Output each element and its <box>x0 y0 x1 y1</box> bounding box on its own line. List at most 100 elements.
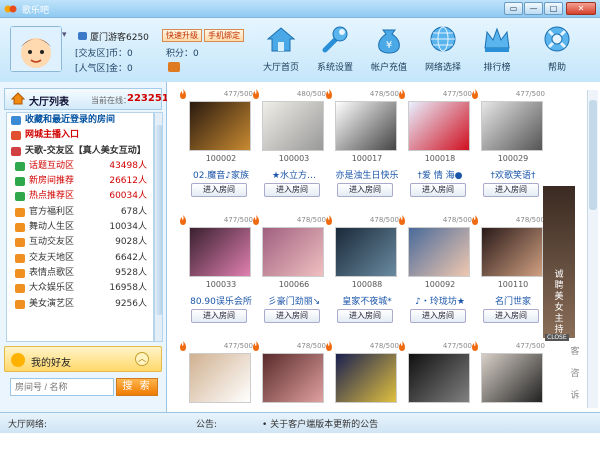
category-label: 天歌-交友区【真人美女互动】 <box>25 145 146 156</box>
room-id: 100110 <box>497 280 529 289</box>
room-search-input[interactable] <box>10 378 114 396</box>
category-item[interactable]: 网城主播入口 <box>7 128 153 143</box>
room-thumbnail[interactable] <box>481 227 543 277</box>
category-item[interactable]: 话题互动区 43498人 <box>7 159 153 174</box>
room-card[interactable]: 477/500 100018 †爱 情 海● 进入房间 <box>399 89 474 212</box>
room-thumbnail[interactable] <box>481 101 543 151</box>
room-card[interactable]: 477/500 <box>472 341 547 464</box>
category-item[interactable]: 新房间推荐 26612人 <box>7 174 153 189</box>
category-item[interactable]: 表情点歌区 9528人 <box>7 266 153 281</box>
window-menu-button[interactable]: ▭ <box>504 2 523 15</box>
room-thumbnail[interactable] <box>335 101 397 151</box>
minimize-button[interactable]: — <box>524 2 543 15</box>
category-item[interactable]: 互动交友区 9028人 <box>7 235 153 250</box>
globe-icon <box>430 26 456 52</box>
room-card[interactable]: 478/500 100110 名门世家 进入房间 <box>472 215 547 338</box>
category-item[interactable]: 大众娱乐区 16958人 <box>7 281 153 296</box>
enter-room-button[interactable]: 进入房间 <box>191 183 247 197</box>
room-thumbnail[interactable] <box>189 101 251 151</box>
room-card[interactable]: 477/500 <box>399 341 474 464</box>
category-item[interactable]: 美女演艺区 9256人 <box>7 297 153 312</box>
search-button[interactable]: 搜 索 <box>116 378 158 396</box>
my-friends-bar[interactable]: 我的好友 ︿ <box>4 346 162 372</box>
room-card[interactable]: 478/500 100066 彡豪门劲丽↘ 进入房间 <box>253 215 328 338</box>
enter-room-button[interactable]: 进入房间 <box>264 309 320 323</box>
maximize-button[interactable]: □ <box>544 2 563 15</box>
room-name[interactable]: †欢歌笑语† <box>479 168 547 181</box>
nav-settings[interactable]: 系统设置 <box>312 24 358 80</box>
room-thumbnail[interactable] <box>335 227 397 277</box>
category-item[interactable]: 热点推荐区 60034人 <box>7 189 153 204</box>
room-card[interactable]: 478/500 <box>253 341 328 464</box>
category-item[interactable]: 收藏和最近登录的房间 <box>7 113 153 128</box>
nav-recharge[interactable]: ¥ 帐户充值 <box>366 24 412 80</box>
room-name[interactable]: ♪・玲珑坊★ <box>406 294 474 307</box>
room-thumbnail[interactable] <box>189 353 251 403</box>
room-card[interactable]: 478/500 100092 ♪・玲珑坊★ 进入房间 <box>399 215 474 338</box>
close-button[interactable]: ✕ <box>566 2 596 15</box>
room-thumbnail[interactable] <box>481 353 543 403</box>
enter-room-button[interactable]: 进入房间 <box>410 309 466 323</box>
room-thumbnail[interactable] <box>262 353 324 403</box>
nav-help[interactable]: 帮助 <box>534 24 580 80</box>
avatar-dropdown-icon[interactable]: ▾ <box>62 30 67 40</box>
room-name[interactable]: 皇家不夜城* <box>333 294 401 307</box>
room-occupancy: 478/500 <box>369 342 399 350</box>
category-item[interactable]: 舞动人生区 10034人 <box>7 220 153 235</box>
gift-icon[interactable] <box>168 62 180 72</box>
room-card[interactable]: 478/500 100088 皇家不夜城* 进入房间 <box>326 215 401 338</box>
list-scroll-thumb[interactable] <box>156 125 162 315</box>
collapse-icon[interactable]: ︿ <box>135 352 149 366</box>
score: 积分：0 <box>166 49 199 59</box>
hot-fire-icon <box>396 88 408 100</box>
username: 厦门游客6250 <box>90 33 149 43</box>
room-name[interactable]: 02.魔音♪家族 <box>187 168 255 181</box>
hot-fire-icon <box>396 214 408 226</box>
room-card[interactable]: 478/500 100017 亦是浊生日快乐 进入房间 <box>326 89 401 212</box>
room-thumbnail[interactable] <box>408 353 470 403</box>
room-name[interactable]: ★水立方… <box>260 168 328 181</box>
room-thumbnail[interactable] <box>189 227 251 277</box>
room-occupancy: 478/500 <box>369 90 399 98</box>
list-scrollbar[interactable] <box>154 112 163 342</box>
enter-room-button[interactable]: 进入房间 <box>337 309 393 323</box>
room-card[interactable]: 477/500 100033 80.90误乐会所 进入房间 <box>180 215 255 338</box>
room-card[interactable]: 477/500 100002 02.魔音♪家族 进入房间 <box>180 89 255 212</box>
enter-room-button[interactable]: 进入房间 <box>264 183 320 197</box>
category-label: 交友天地区 <box>29 252 75 263</box>
room-name[interactable]: 名门世家 <box>479 294 547 307</box>
room-thumbnail[interactable] <box>262 101 324 151</box>
header: ▾ 厦门游客6250 快速升级 手机绑定 [交友区]币：0 积分：0 [人气区]… <box>0 18 600 82</box>
notice-link[interactable]: • 关于客户端版本更新的公告 <box>262 417 378 430</box>
grid-scrollbar[interactable] <box>587 90 598 408</box>
enter-room-button[interactable]: 进入房间 <box>410 183 466 197</box>
upgrade-button[interactable]: 快速升级 <box>162 29 202 42</box>
enter-room-button[interactable]: 进入房间 <box>483 309 539 323</box>
nav-network[interactable]: 网络选择 <box>420 24 466 80</box>
enter-room-button[interactable]: 进入房间 <box>483 183 539 197</box>
phone-bind-button[interactable]: 手机绑定 <box>204 29 244 42</box>
category-item[interactable]: 天歌-交友区【真人美女互动】 <box>7 144 153 159</box>
room-thumbnail[interactable] <box>408 227 470 277</box>
room-name[interactable]: †爱 情 海● <box>406 168 474 181</box>
room-thumbnail[interactable] <box>408 101 470 151</box>
enter-room-button[interactable]: 进入房间 <box>337 183 393 197</box>
category-item[interactable]: 交友天地区 6642人 <box>7 251 153 266</box>
ad-close-button[interactable]: CLOSE <box>545 334 569 341</box>
avatar[interactable] <box>10 26 62 72</box>
room-card[interactable]: 477/500 <box>180 341 255 464</box>
room-card[interactable]: 477/500 100029 †欢歌笑语† 进入房间 <box>472 89 547 212</box>
room-card[interactable]: 478/500 <box>326 341 401 464</box>
nav-home[interactable]: 大厅首页 <box>258 24 304 80</box>
room-name[interactable]: 亦是浊生日快乐 <box>333 168 401 181</box>
room-card[interactable]: 480/500 100003 ★水立方… 进入房间 <box>253 89 328 212</box>
room-name[interactable]: 80.90误乐会所 <box>187 294 255 307</box>
room-thumbnail[interactable] <box>335 353 397 403</box>
enter-room-button[interactable]: 进入房间 <box>191 309 247 323</box>
room-name[interactable]: 彡豪门劲丽↘ <box>260 294 328 307</box>
hot-fire-icon <box>396 340 408 352</box>
grid-scroll-thumb[interactable] <box>589 100 597 210</box>
nav-ranking[interactable]: 排行榜 <box>474 24 520 80</box>
category-item[interactable]: 官方福利区 678人 <box>7 205 153 220</box>
room-thumbnail[interactable] <box>262 227 324 277</box>
